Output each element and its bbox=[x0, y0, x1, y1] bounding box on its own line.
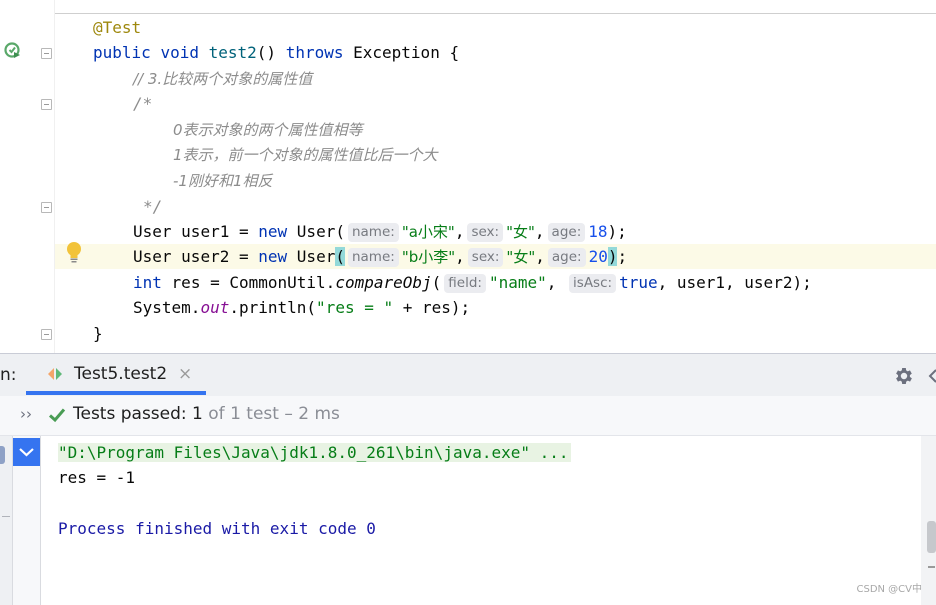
fold-comment-icon[interactable] bbox=[41, 99, 52, 110]
console-result-line: res = -1 bbox=[58, 468, 136, 487]
console-command-line: "D:\Program Files\Java\jdk1.8.0_261\bin\… bbox=[58, 443, 571, 462]
code-line-doc-1: 0表示对象的两个属性值相等 bbox=[173, 121, 363, 139]
tab-close-icon[interactable]: × bbox=[178, 364, 192, 384]
run-tab-bar: n: Test5.test2 × bbox=[0, 354, 936, 396]
param-hint-age: age: bbox=[547, 248, 586, 267]
run-side-toolbar bbox=[0, 436, 13, 605]
code-editor[interactable]: @Test public void test2() throws Excepti… bbox=[0, 0, 936, 353]
param-hint-sex: sex: bbox=[467, 223, 504, 242]
code-line-user1: User user1 = new User(name: "a小宋", sex: "女"… bbox=[133, 222, 627, 242]
param-hint-field: field: bbox=[444, 274, 486, 293]
code-line-doc-2: 1表示，前一个对象的属性值比后一个大 bbox=[173, 146, 438, 164]
run-tool-window: n: Test5.test2 × ›› Tests passed: 1 of 1… bbox=[0, 353, 936, 605]
code-line-block-open: /* bbox=[133, 94, 153, 113]
code-line-close-brace: } bbox=[93, 324, 103, 343]
console-scrollbar[interactable] bbox=[921, 436, 936, 605]
code-line-doc-3: -1刚好和1相反 bbox=[173, 172, 273, 190]
tab-test5-test2[interactable]: Test5.test2 × bbox=[26, 354, 206, 396]
scrollbar-marker bbox=[928, 566, 935, 568]
lightbulb-intention-icon[interactable] bbox=[64, 241, 84, 265]
code-line-annotation: @Test bbox=[93, 18, 142, 37]
run-test-gutter-icon[interactable] bbox=[4, 42, 22, 60]
check-icon bbox=[48, 408, 66, 423]
test-run-config-icon bbox=[48, 368, 62, 380]
run-window-label: n: bbox=[0, 365, 17, 385]
scrollbar-thumb[interactable] bbox=[927, 521, 936, 553]
minimize-icon[interactable] bbox=[928, 366, 936, 386]
gutter-separator bbox=[54, 0, 55, 353]
chevron-down-icon bbox=[19, 448, 34, 457]
tests-passed-status: Tests passed: 1 of 1 test – 2 ms bbox=[73, 404, 340, 424]
side-toolbar-separator bbox=[2, 516, 10, 517]
param-hint-name: name: bbox=[347, 223, 399, 242]
code-line-user2: User user2 = new User(name: "b小李", sex: "女"… bbox=[133, 247, 628, 267]
param-hint-isasc: isAsc: bbox=[569, 274, 617, 293]
matched-paren-open: ( bbox=[335, 247, 345, 266]
code-line-block-close: */ bbox=[143, 197, 163, 216]
code-line-println: System.out.println("res = " + res); bbox=[133, 298, 471, 317]
console-exit-line: Process finished with exit code 0 bbox=[58, 519, 376, 538]
code-line-compare: int res = CommonUtil.compareObj(field: "n… bbox=[133, 273, 812, 293]
fold-comment-end-icon[interactable] bbox=[41, 202, 52, 213]
side-toolbar-marker[interactable] bbox=[0, 446, 5, 464]
param-hint-name: name: bbox=[347, 248, 399, 267]
watermark: CSDN @CV中 bbox=[856, 584, 922, 595]
active-tab-indicator bbox=[26, 391, 206, 395]
test-status-row: ›› Tests passed: 1 of 1 test – 2 ms bbox=[0, 396, 936, 436]
editor-gutter bbox=[0, 0, 54, 353]
fold-method-icon[interactable] bbox=[41, 48, 52, 59]
gear-icon[interactable] bbox=[893, 365, 915, 387]
param-hint-age: age: bbox=[547, 223, 586, 242]
collapse-button[interactable] bbox=[13, 438, 40, 466]
expand-icon[interactable]: ›› bbox=[20, 405, 32, 423]
tab-title: Test5.test2 bbox=[74, 364, 168, 384]
code-line-signature: public void test2() throws Exception { bbox=[93, 43, 460, 62]
console-output[interactable]: "D:\Program Files\Java\jdk1.8.0_261\bin\… bbox=[41, 436, 921, 605]
fold-method-end-icon[interactable] bbox=[41, 329, 52, 340]
test-tree-column bbox=[13, 436, 41, 605]
code-line-comment: // 3.比较两个对象的属性值 bbox=[133, 70, 313, 88]
param-hint-sex: sex: bbox=[467, 248, 504, 267]
editor-top-divider bbox=[54, 13, 936, 14]
